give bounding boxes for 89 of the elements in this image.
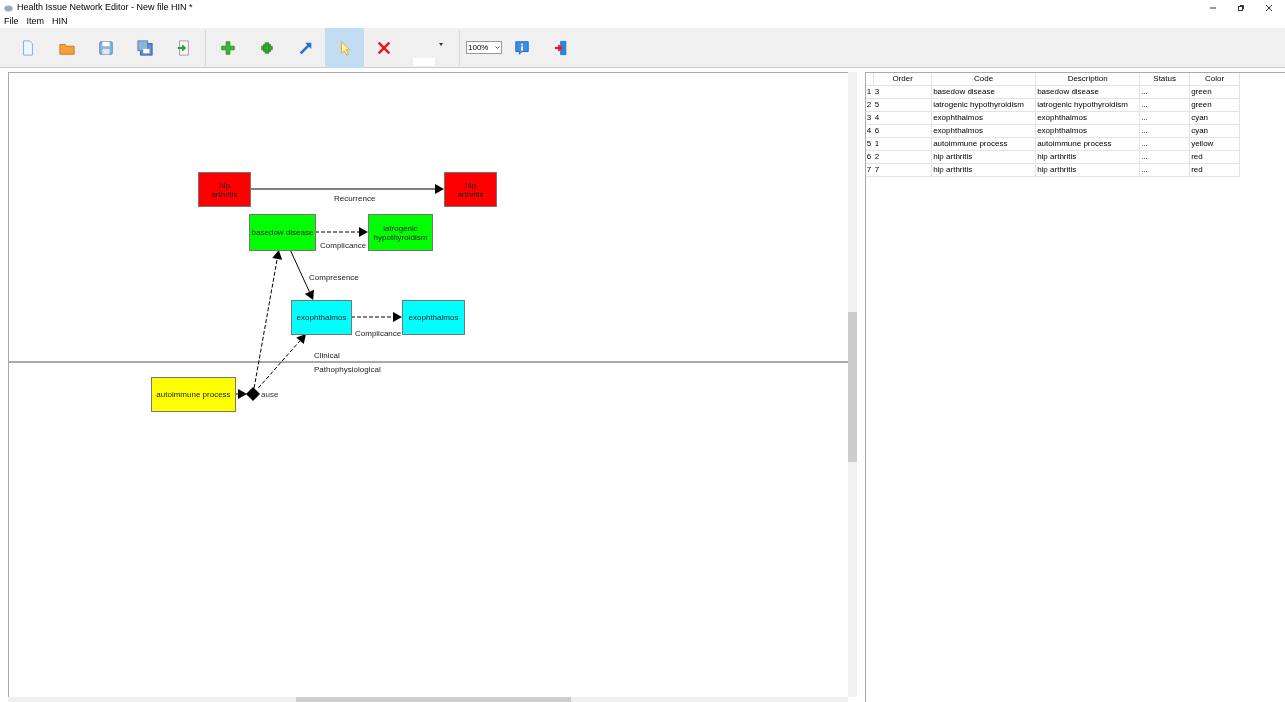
arrow-connector[interactable] [253,250,283,389]
issue-node[interactable]: hip arthritis [444,172,497,207]
table-cell: cyan [1189,124,1240,138]
lane-label: Pathophysiological [314,365,381,374]
save-icon [97,39,114,56]
row-header[interactable]: 6 [865,150,874,164]
plus-icon [219,39,236,56]
table-cell: green [1189,85,1240,99]
arrow-connector[interactable] [249,184,444,194]
exit-door-icon [552,39,569,56]
window-title: Health Issue Network Editor - New file HIN * [17,1,193,15]
column-header[interactable]: Code [931,73,1036,86]
menu-item[interactable]: Item [26,15,45,29]
color-swatch[interactable] [413,57,435,66]
issue-node[interactable]: basedow disease [249,214,316,251]
column-header[interactable]: Order [873,73,932,86]
column-header[interactable]: Color [1189,73,1240,86]
column-header[interactable]: Description [1035,73,1140,86]
issue-node[interactable]: exophthalmos [402,300,465,335]
issue-node[interactable]: autoimmune process [151,377,236,412]
export-icon [175,39,192,56]
menu-item[interactable]: HIN [52,15,68,29]
table-cell: exophthalmos [931,111,1036,125]
vertical-scrollbar[interactable] [848,72,857,697]
junction-label: ause [261,390,279,399]
table-cell: 6 [873,124,932,138]
column-header[interactable]: Status [1139,73,1190,86]
table-cell: yellow [1189,137,1240,151]
table-cell: ... [1139,150,1190,164]
table-cell: 4 [873,111,932,125]
table-cell: exophthalmos [931,124,1036,138]
dropdown-caret-icon[interactable] [439,42,443,46]
scrollbar-thumb[interactable] [848,312,857,462]
table-cell: cyan [1189,111,1240,125]
connector-label: Compresence [309,273,359,282]
app-icon [4,4,13,12]
table-cell: ... [1139,98,1190,112]
table-cell: hip arthritis [1035,163,1140,177]
row-header[interactable]: 2 [865,98,874,112]
table-cell: basedow disease [931,85,1036,99]
table-cell: basedow disease [1035,85,1140,99]
table-cell: ... [1139,111,1190,125]
menu-item[interactable]: File [4,15,19,29]
table-cell: exophthalmos [1035,124,1140,138]
connector-label: Complicance [320,241,367,250]
table-cell: ... [1139,137,1190,151]
table-cell: hip arthritis [931,150,1036,164]
table-cell: ... [1139,124,1190,138]
table-cell: hip arthritis [931,163,1036,177]
table-cell: 2 [873,150,932,164]
delete-icon [375,39,392,56]
table-cell: red [1189,150,1240,164]
row-header[interactable]: 5 [865,137,874,151]
table-cell: exophthalmos [1035,111,1140,125]
chevron-down-icon [495,46,500,49]
row-header[interactable]: 3 [865,111,874,125]
arrow-connector[interactable] [314,227,368,237]
row-header[interactable]: 1 [865,85,874,99]
puzzle-plus-icon [258,39,275,56]
issue-node[interactable]: hip arthritis [198,172,251,207]
lane-label: Clinical [314,351,340,360]
table-cell: red [1189,163,1240,177]
table-cell: ... [1139,163,1190,177]
arrow-connector[interactable] [350,312,402,322]
save-all-icon [136,39,153,56]
arrow-connector[interactable] [234,389,247,399]
table-cell: 3 [873,85,932,99]
table-cell: autoimmune process [931,137,1036,151]
zoom-combo-box[interactable]: 100% [466,41,502,54]
table-cell: 1 [873,137,932,151]
connector-label: Recurrence [334,194,376,203]
minimize-icon [1209,7,1217,9]
info-icon [513,39,530,56]
table-cell: 7 [873,163,932,177]
table-cell: hip arthritis [1035,150,1140,164]
row-header[interactable]: 4 [865,124,874,138]
issue-node[interactable]: exophthalmos [291,300,352,335]
issue-node[interactable]: iatrogenic hypothyroidism [368,214,433,251]
close-icon [1265,4,1273,12]
table-cell: autoimmune process [1035,137,1140,151]
row-header[interactable]: 7 [865,163,874,177]
restore-icon [1237,4,1245,12]
table-cell: iatrogenic hypothyroidism [1035,98,1140,112]
table-cell: ... [1139,85,1190,99]
table-cell: green [1189,98,1240,112]
table-cell: iatrogenic hypothyroidism [931,98,1036,112]
arrow-connector[interactable] [257,334,306,389]
connector-label: Complicance [355,329,402,338]
table-cell: 5 [873,98,932,112]
